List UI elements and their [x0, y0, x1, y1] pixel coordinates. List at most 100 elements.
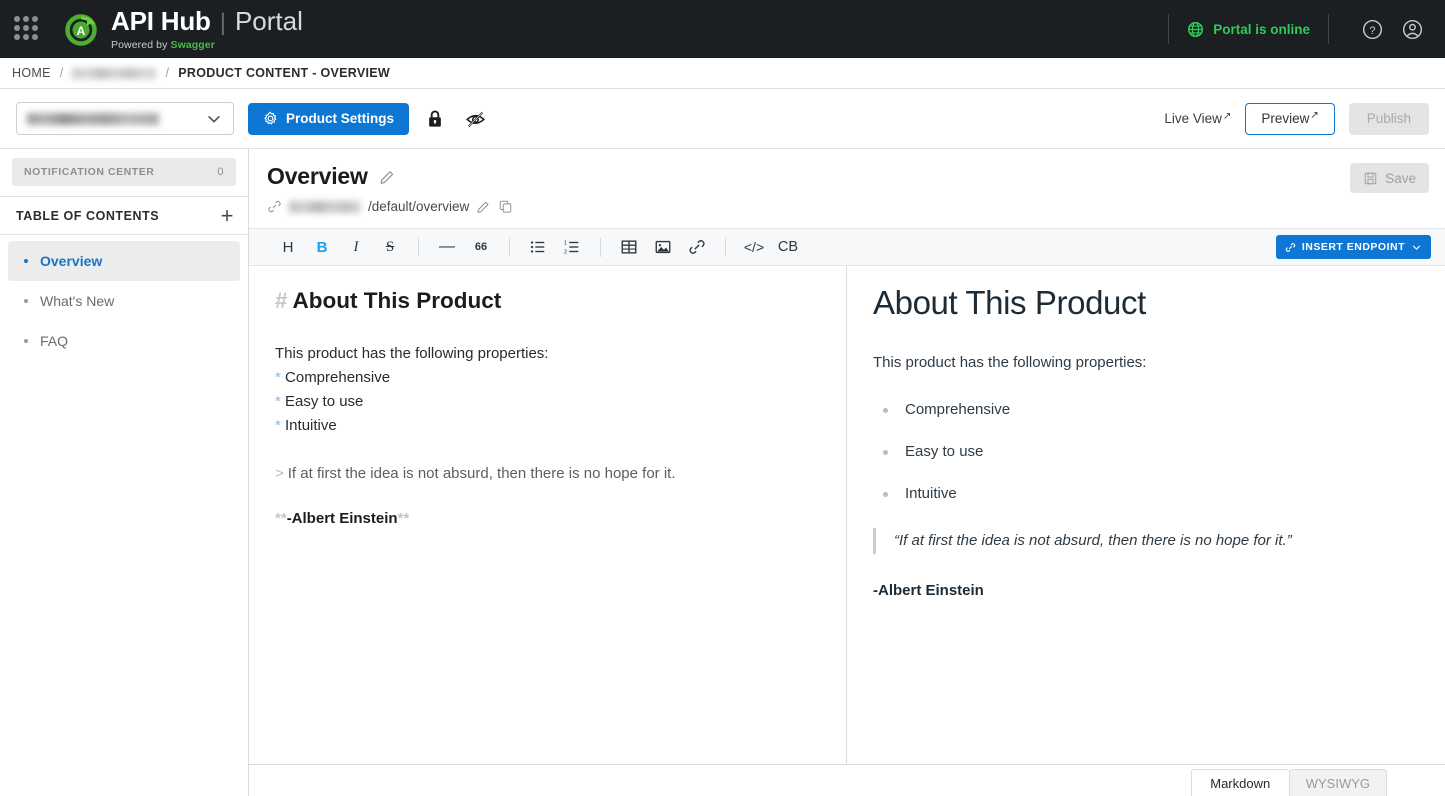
toolbar-divider-2 [509, 237, 510, 257]
product-selector-dropdown[interactable] [16, 102, 234, 135]
svg-text:1: 1 [564, 240, 567, 246]
insert-endpoint-link-icon [1285, 242, 1296, 253]
brand-separator: | [219, 8, 226, 36]
heading-icon[interactable]: H [271, 233, 305, 261]
editor-mode-tabs: Markdown WYSIWYG [249, 765, 1445, 796]
publish-button[interactable]: Publish [1348, 102, 1429, 135]
bold-icon[interactable]: B [305, 233, 339, 261]
page-url-row: /default/overview [267, 199, 1427, 214]
tab-markdown[interactable]: Markdown [1190, 769, 1289, 796]
preview-button[interactable]: Preview ↗ [1245, 102, 1335, 135]
markdown-bullet-marker: * [275, 369, 281, 386]
table-icon[interactable] [612, 233, 646, 261]
action-bar-right-group: Live View ↗ Preview ↗ Publish [1164, 102, 1429, 135]
breadcrumb-product-redacted[interactable] [72, 67, 157, 79]
top-navigation-bar: A API Hub | Portal Powered by Swagger Po… [0, 0, 1445, 58]
image-icon[interactable] [646, 233, 680, 261]
markdown-heading-text: About This Product [292, 288, 502, 313]
breadcrumb-home[interactable]: HOME [12, 66, 51, 80]
sidebar: NOTIFICATION CENTER 0 TABLE OF CONTENTS … [0, 149, 249, 796]
preview-external-arrow-icon: ↗ [1310, 109, 1319, 121]
api-hub-logo-icon: A [62, 10, 100, 48]
breadcrumb-separator-2: / [165, 66, 170, 80]
brand-logo-area[interactable]: A API Hub | Portal Powered by Swagger [62, 8, 303, 51]
tab-wysiwyg[interactable]: WYSIWYG [1288, 769, 1387, 796]
toolbar-divider-1 [418, 237, 419, 257]
external-link-arrow-icon: ↗ [1222, 111, 1232, 122]
live-view-link[interactable]: Live View ↗ [1164, 111, 1231, 126]
editor-toolbar: H B I S — 66 1 2 </> CB INSERT ENDPOINT [249, 228, 1445, 266]
notification-center-bar[interactable]: NOTIFICATION CENTER 0 [12, 158, 236, 186]
horizontal-rule-icon[interactable]: — [430, 233, 464, 261]
markdown-bold-marker-close: ** [397, 510, 410, 527]
page-url-path: /default/overview [368, 199, 470, 214]
notification-center-wrapper: NOTIFICATION CENTER 0 [0, 149, 248, 197]
markdown-bullet-marker: * [275, 417, 281, 434]
product-settings-button[interactable]: Product Settings [248, 102, 410, 135]
eye-off-icon[interactable] [461, 105, 489, 133]
save-button[interactable]: Save [1350, 163, 1429, 193]
account-icon[interactable] [1397, 14, 1427, 44]
link-icon[interactable] [680, 233, 714, 261]
markdown-signature-text: -Albert Einstein [286, 510, 398, 527]
preview-signature: -Albert Einstein [873, 582, 984, 599]
portal-status-indicator[interactable]: Portal is online [1187, 21, 1310, 38]
blockquote-icon[interactable]: 66 [464, 233, 498, 261]
sidebar-item-whats-new[interactable]: What's New [8, 281, 240, 321]
page-header: Overview /default/overview Save [249, 149, 1445, 214]
add-page-icon[interactable]: + [221, 204, 234, 227]
apps-grid-icon[interactable] [14, 16, 40, 42]
insert-endpoint-button[interactable]: INSERT ENDPOINT [1275, 235, 1431, 259]
portal-status-label: Portal is online [1213, 21, 1310, 37]
insert-endpoint-chevron-down-icon [1411, 242, 1422, 253]
editor-panes: # About This Product This product has the… [249, 266, 1445, 765]
markdown-bullet-line: * Comprehensive [275, 366, 820, 390]
rendered-preview-pane: About This Product This product has the … [847, 266, 1445, 764]
markdown-bullet-text: Intuitive [285, 417, 337, 434]
chevron-down-icon [205, 110, 223, 128]
save-disk-icon [1363, 171, 1378, 186]
action-bar: Product Settings Live View ↗ Preview ↗ Pub… [0, 89, 1445, 149]
link-chain-icon [267, 199, 282, 214]
edit-title-pencil-icon[interactable] [379, 168, 396, 185]
product-selector-value-redacted [27, 112, 159, 125]
italic-icon[interactable]: I [339, 233, 373, 261]
table-of-contents-title: TABLE OF CONTENTS [16, 208, 160, 223]
markdown-bold-marker-open: ** [275, 510, 287, 527]
sidebar-item-overview[interactable]: Overview [8, 241, 240, 281]
breadcrumb-separator-1: / [59, 66, 64, 80]
copy-url-icon[interactable] [498, 199, 513, 214]
page-url-product-redacted [289, 200, 361, 213]
markdown-source-editor[interactable]: # About This Product This product has the… [249, 266, 847, 764]
brand-powered-by: Powered by Swagger [111, 40, 303, 51]
sidebar-item-label: What's New [40, 293, 115, 309]
nav-divider-1 [1168, 14, 1170, 44]
sidebar-item-label: Overview [40, 253, 103, 269]
inline-code-icon[interactable]: </> [737, 233, 771, 261]
markdown-bullet-text: Comprehensive [285, 369, 391, 386]
markdown-quote-line: > If at first the idea is not absurd, the… [275, 462, 820, 486]
breadcrumb: HOME / / PRODUCT CONTENT - OVERVIEW [0, 58, 1445, 89]
product-settings-label: Product Settings [286, 111, 395, 126]
help-icon[interactable]: ? [1357, 14, 1387, 44]
markdown-bullet-marker: * [275, 393, 281, 410]
sidebar-item-faq[interactable]: FAQ [8, 321, 240, 361]
notification-center-count: 0 [217, 166, 224, 178]
lock-icon[interactable] [421, 105, 449, 133]
bulleted-list-icon[interactable] [521, 233, 555, 261]
numbered-list-icon[interactable]: 1 2 [555, 233, 589, 261]
list-item: Comprehensive [873, 400, 1419, 420]
list-item: Intuitive [873, 484, 1419, 504]
toolbar-divider-3 [600, 237, 601, 257]
markdown-bullet-line: * Intuitive [275, 414, 820, 438]
markdown-intro-line: This product has the following propertie… [275, 345, 549, 362]
edit-url-pencil-icon[interactable] [476, 199, 491, 214]
live-view-label: Live View [1164, 111, 1222, 126]
bullet-icon [24, 299, 28, 303]
markdown-signature-line: **-Albert Einstein** [275, 510, 820, 527]
table-of-contents-header: TABLE OF CONTENTS + [0, 197, 248, 235]
code-block-icon[interactable]: CB [771, 233, 805, 261]
strikethrough-icon[interactable]: S [373, 233, 407, 261]
bullet-icon [24, 259, 28, 263]
main-content: Overview /default/overview Save H B I S … [249, 149, 1445, 796]
